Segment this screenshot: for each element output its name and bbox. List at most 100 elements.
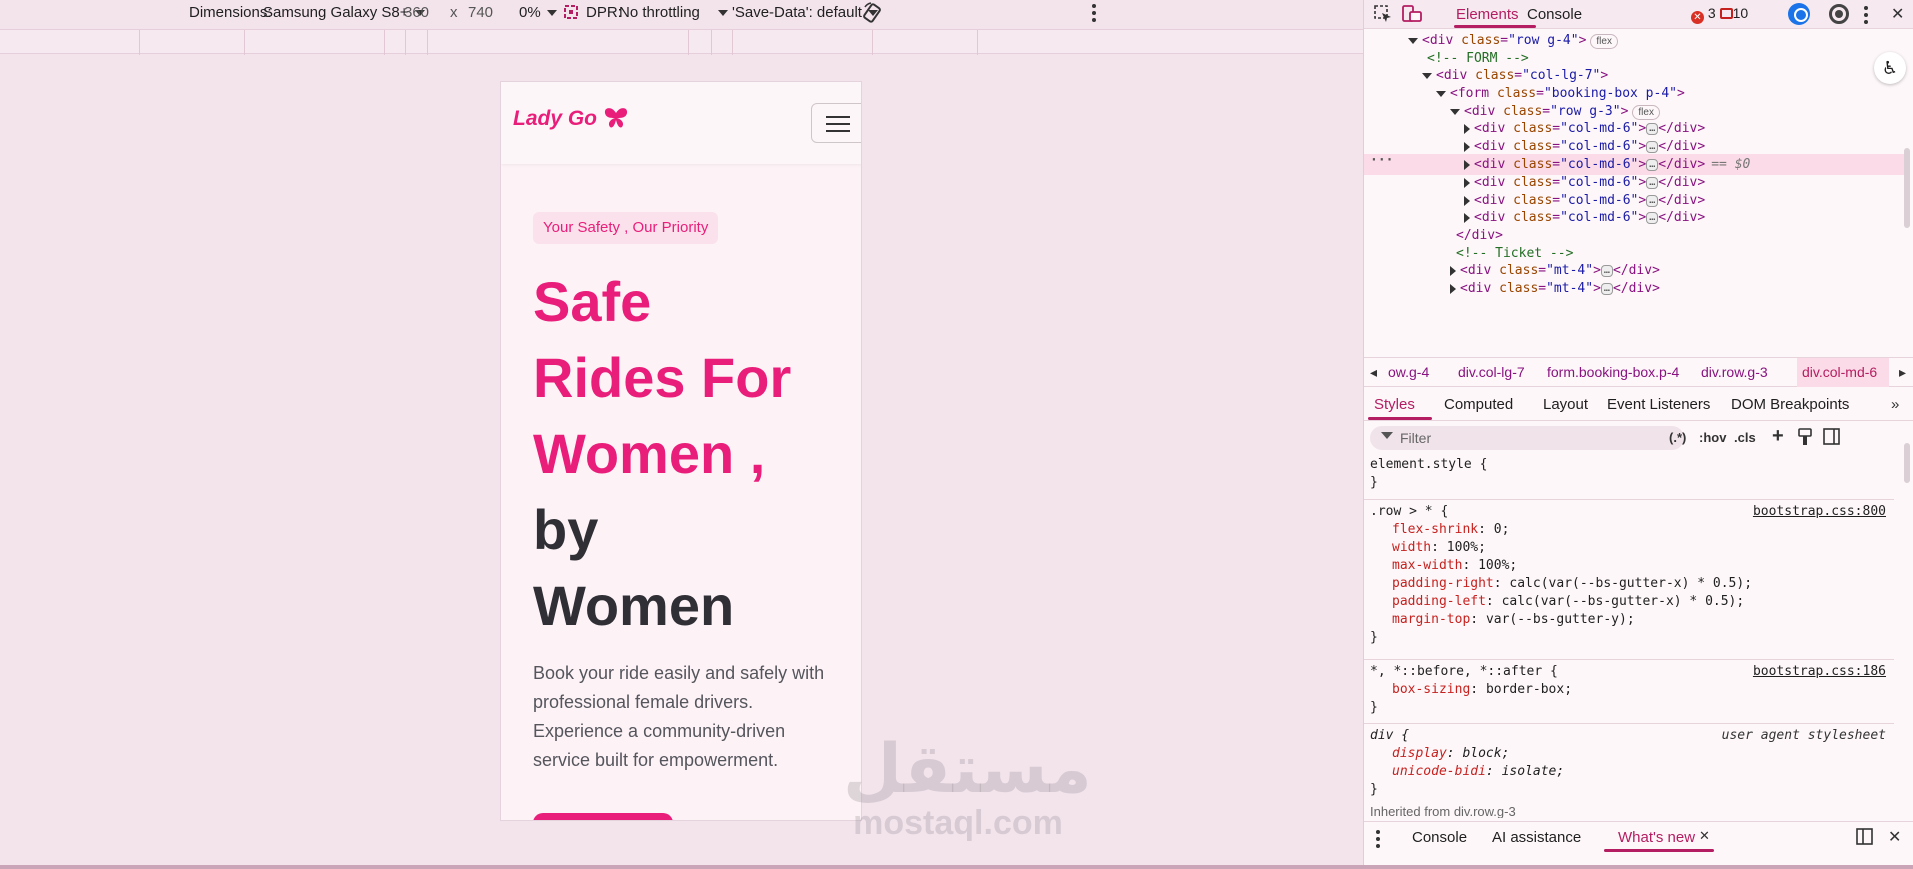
expand-triangle-icon[interactable] — [1464, 212, 1470, 223]
breadcrumb-item[interactable]: div.row.g-3 — [1701, 364, 1768, 380]
window-bottom-border — [0, 865, 1913, 869]
flex-badge[interactable]: flex — [1590, 34, 1618, 49]
class-toggle[interactable]: .cls — [1734, 430, 1756, 445]
device-select-label: Samsung Galaxy S8+ — [263, 4, 409, 21]
ellipsis-button[interactable]: … — [1646, 123, 1659, 135]
tab-styles[interactable]: Styles — [1374, 396, 1415, 413]
drawer-tab-console[interactable]: Console — [1412, 829, 1467, 846]
paint-brush-icon[interactable] — [1797, 428, 1813, 446]
close-drawer-icon[interactable]: ✕ — [1888, 827, 1901, 847]
brand-logo[interactable]: Lady Go — [513, 107, 629, 131]
more-tabs-icon[interactable]: » — [1891, 396, 1899, 413]
rule-div-user-agent[interactable]: div { user agent stylesheet display: blo… — [1364, 724, 1894, 797]
expand-triangle-icon[interactable] — [1450, 108, 1460, 115]
css-declaration[interactable]: max-width: 100%; — [1392, 558, 1517, 573]
ellipsis-button[interactable]: … — [1646, 212, 1659, 224]
css-declaration[interactable]: padding-right: calc(var(--bs-gutter-x) *… — [1392, 576, 1752, 591]
update-icon[interactable] — [1788, 3, 1810, 25]
hero-line-4: by — [533, 498, 599, 561]
rule-source-link[interactable]: bootstrap.css:800 — [1753, 504, 1886, 519]
ellipsis-button[interactable]: … — [1646, 177, 1659, 189]
css-declaration[interactable]: box-sizing: border-box; — [1392, 682, 1572, 697]
close-icon[interactable]: ✕ — [1891, 4, 1904, 24]
breadcrumb-item[interactable]: div.col-lg-7 — [1458, 364, 1525, 380]
media-query-ruler — [0, 29, 1363, 55]
css-declaration[interactable]: display: block; — [1392, 746, 1509, 761]
ellipsis-button[interactable]: … — [1646, 195, 1659, 207]
zoom-select[interactable]: 0% — [519, 4, 557, 21]
throttling-select-label: No throttling — [619, 4, 700, 21]
dpr-icon — [564, 5, 578, 19]
css-declaration[interactable]: margin-top: var(--bs-gutter-y); — [1392, 612, 1635, 627]
hover-state-toggle[interactable]: :hov — [1699, 430, 1726, 445]
expand-triangle-icon[interactable] — [1450, 283, 1456, 294]
customize-menu-icon[interactable] — [1864, 6, 1868, 27]
sidebar-toggle-icon[interactable] — [1823, 428, 1841, 446]
times-symbol: x — [450, 4, 458, 21]
css-declaration[interactable]: padding-left: calc(var(--bs-gutter-x) * … — [1392, 594, 1744, 609]
tab-layout[interactable]: Layout — [1543, 396, 1588, 413]
width-input[interactable]: 360 — [404, 4, 429, 21]
expand-triangle-icon[interactable] — [1422, 72, 1432, 79]
new-rule-icon[interactable]: + — [1772, 425, 1784, 448]
node-actions-icon[interactable]: ··· — [1370, 150, 1393, 171]
inspect-element-icon[interactable] — [1374, 5, 1392, 23]
device-toggle-icon[interactable] — [1402, 5, 1424, 23]
gear-icon[interactable] — [1829, 4, 1849, 24]
tab-event-listeners[interactable]: Event Listeners — [1607, 396, 1710, 413]
drawer-tab-ai-assistance[interactable]: AI assistance — [1492, 829, 1581, 846]
rule-row-child[interactable]: .row > * { bootstrap.css:800 flex-shrink… — [1364, 500, 1894, 660]
device-select[interactable]: Samsung Galaxy S8+ — [263, 4, 425, 21]
dom-tree[interactable]: <div class="row g-4"> flex <!-- FORM --> … — [1364, 29, 1904, 357]
expand-triangle-icon[interactable] — [1464, 195, 1470, 206]
save-data-select[interactable]: 'Save-Data': default — [732, 4, 878, 21]
throttling-select[interactable]: No throttling — [619, 4, 728, 21]
issues-counter[interactable]: ✕ 3 10 — [1691, 5, 1748, 24]
drawer-tab-whats-new[interactable]: What's new — [1618, 829, 1695, 846]
expand-triangle-icon[interactable] — [1408, 37, 1418, 44]
ellipsis-button[interactable]: … — [1600, 265, 1613, 277]
css-declaration[interactable]: width: 100%; — [1392, 540, 1486, 555]
rule-universal[interactable]: *, *::before, *::after { bootstrap.css:1… — [1364, 660, 1894, 724]
tree-node-mt-4[interactable]: <div class="mt-4">… </div> — [1450, 278, 1660, 299]
more-options-icon[interactable] — [1092, 4, 1096, 25]
expand-triangle-icon[interactable] — [1464, 159, 1470, 170]
rule-element-style[interactable]: element.style { } — [1364, 454, 1894, 500]
ellipsis-button[interactable]: … — [1646, 141, 1659, 153]
breadcrumb-scroll-left[interactable]: ◂ — [1370, 364, 1377, 381]
css-declaration[interactable]: flex-shrink: 0; — [1392, 522, 1509, 537]
expand-triangle-icon[interactable] — [1436, 90, 1446, 97]
breadcrumb-item[interactable]: ow.g-4 — [1388, 364, 1429, 380]
expand-triangle-icon[interactable] — [1450, 265, 1456, 276]
tab-elements[interactable]: Elements — [1456, 6, 1519, 23]
chevron-down-icon — [546, 10, 557, 17]
expand-triangle-icon[interactable] — [1464, 123, 1470, 134]
rotate-icon[interactable] — [862, 2, 882, 24]
devtools-tabbar: Elements Console ✕ 3 10 ✕ — [1364, 0, 1913, 29]
breadcrumb-scroll-right[interactable]: ▸ — [1899, 364, 1906, 381]
styles-scrollbar[interactable] — [1904, 443, 1910, 483]
styles-filter-input[interactable]: Filter — [1370, 426, 1684, 450]
ellipsis-button[interactable]: … — [1646, 159, 1659, 171]
breadcrumb-item-active[interactable]: div.col-md-6 — [1802, 364, 1877, 380]
drawer-menu-icon[interactable] — [1376, 830, 1380, 851]
tab-computed[interactable]: Computed — [1444, 396, 1513, 413]
zoom-select-label: 0% — [519, 4, 541, 21]
height-input[interactable]: 740 — [468, 4, 493, 21]
regex-toggle[interactable]: (.*) — [1669, 430, 1686, 445]
book-ride-button[interactable] — [533, 813, 673, 820]
active-tab-indicator — [1604, 849, 1714, 852]
dock-side-icon[interactable] — [1856, 828, 1874, 846]
css-declaration[interactable]: unicode-bidi: isolate; — [1392, 764, 1564, 779]
expand-triangle-icon[interactable] — [1464, 177, 1470, 188]
ellipsis-button[interactable]: … — [1600, 283, 1613, 295]
watermark-latin: mostaql.com — [853, 804, 1063, 842]
tree-scrollbar[interactable] — [1904, 148, 1910, 228]
rule-source-link[interactable]: bootstrap.css:186 — [1753, 664, 1886, 679]
expand-triangle-icon[interactable] — [1464, 141, 1470, 152]
breadcrumb-item[interactable]: form.booking-box.p-4 — [1547, 364, 1679, 380]
tab-console[interactable]: Console — [1527, 6, 1582, 23]
close-tab-icon[interactable]: ✕ — [1699, 828, 1710, 844]
tab-dom-breakpoints[interactable]: DOM Breakpoints — [1731, 396, 1849, 413]
menu-toggle-button[interactable] — [811, 103, 861, 143]
